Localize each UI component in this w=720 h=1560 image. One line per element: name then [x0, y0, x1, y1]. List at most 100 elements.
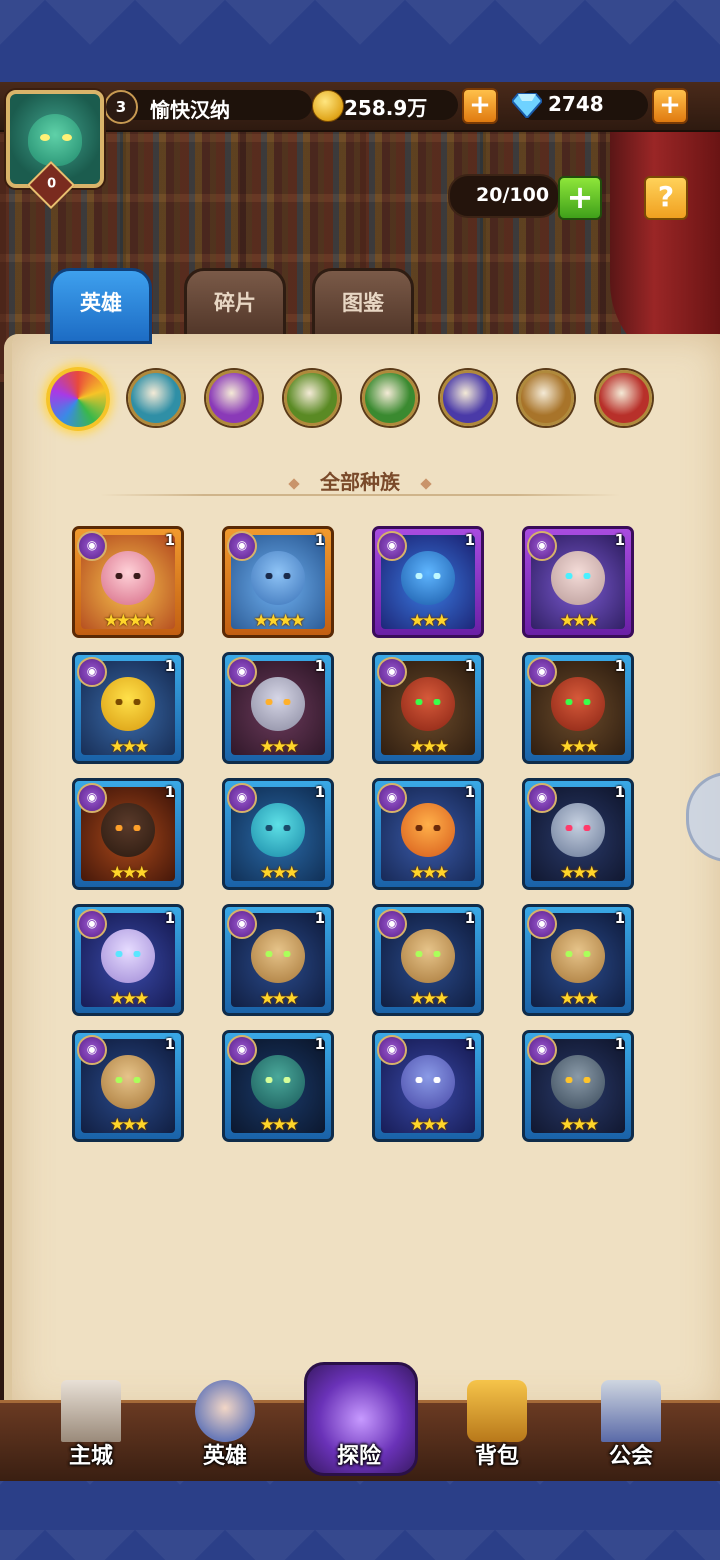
nav-heroes[interactable]: 英雄: [170, 1380, 280, 1476]
hero-eyes: [563, 573, 593, 579]
faction-icon: ◉: [527, 1035, 557, 1065]
hero-level: 1: [164, 657, 175, 675]
light-filter[interactable]: [518, 370, 574, 426]
abyss-filter[interactable]: [206, 370, 262, 426]
hero-eyes: [113, 825, 143, 831]
hero-card[interactable]: ◉ 1 ★★★: [222, 1030, 334, 1142]
nav-label: 主城: [68, 1444, 113, 1469]
hero-stars: ★★★: [109, 1115, 150, 1135]
hero-eyes: [563, 1077, 593, 1083]
nav-explore[interactable]: 探险: [304, 1380, 414, 1476]
hero-level: 1: [464, 657, 475, 675]
hero-stars: ★★★: [259, 989, 300, 1009]
hero-eyes: [263, 573, 293, 579]
hero-eyes: [563, 825, 593, 831]
hero-card[interactable]: ◉ 1 ★★★: [72, 1030, 184, 1142]
gold-amount: 258.9万: [344, 96, 428, 120]
hero-card[interactable]: ◉ 1 ★★★: [522, 778, 634, 890]
hero-eyes: [413, 1077, 443, 1083]
hero-eyes: [563, 951, 593, 957]
diamond-ornament-icon: [288, 477, 300, 490]
faction-icon: ◉: [77, 1035, 107, 1065]
hero-card[interactable]: ◉ 1 ★★★: [372, 778, 484, 890]
hero-card[interactable]: ◉ 1 ★★★: [72, 778, 184, 890]
hero-card[interactable]: ◉ 1 ★★★: [372, 904, 484, 1016]
faction-icon: ◉: [77, 909, 107, 939]
faction-icon: ◉: [527, 783, 557, 813]
hero-stars: ★★★: [109, 863, 150, 883]
hero-level: 1: [614, 783, 625, 801]
faction-icon: ◉: [377, 657, 407, 687]
dark-filter[interactable]: [596, 370, 652, 426]
hero-card[interactable]: ◉ 1 ★★★: [72, 904, 184, 1016]
hero-level: 1: [314, 657, 325, 675]
nav-main-city[interactable]: 主城: [36, 1380, 146, 1476]
hero-level: 1: [164, 531, 175, 549]
hero-eyes: [263, 951, 293, 957]
hero-stars: ★★★: [409, 1115, 450, 1135]
hero-eyes: [113, 951, 143, 957]
hero-level: 1: [614, 909, 625, 927]
dragon-portrait: [28, 114, 82, 166]
faction-icon: ◉: [227, 909, 257, 939]
nav-backpack[interactable]: 背包: [442, 1380, 552, 1476]
add-gold-button[interactable]: +: [462, 88, 498, 124]
faction-icon: ◉: [527, 909, 557, 939]
hero-level: 1: [164, 909, 175, 927]
avatar-eye: [62, 134, 72, 141]
faction-icon: ◉: [377, 1035, 407, 1065]
faction-icon: ◉: [227, 531, 257, 561]
faction-icon: ◉: [227, 1035, 257, 1065]
hero-stars: ★★★: [409, 611, 450, 631]
hero-card[interactable]: ◉ 1 ★★★: [522, 652, 634, 764]
hero-stars: ★★★: [559, 863, 600, 883]
tab-fragments[interactable]: 碎片: [184, 268, 286, 344]
hero-level: 1: [314, 909, 325, 927]
nav-guild[interactable]: 公会: [576, 1380, 686, 1476]
hero-card[interactable]: ◉ 1 ★★★: [222, 904, 334, 1016]
hero-card[interactable]: ◉ 1 ★★★: [372, 526, 484, 638]
backpack-icon: [467, 1380, 527, 1442]
shadow-filter[interactable]: [440, 370, 496, 426]
hero-level: 1: [314, 783, 325, 801]
hero-eyes: [413, 699, 443, 705]
faction-icon: ◉: [77, 531, 107, 561]
guild-tower-icon: [601, 1380, 661, 1442]
nature-filter[interactable]: [362, 370, 418, 426]
hero-eyes: [413, 951, 443, 957]
hero-card[interactable]: ◉ 1 ★★★: [222, 778, 334, 890]
hero-card[interactable]: ◉ 1 ★★★: [522, 526, 634, 638]
hero-card[interactable]: ◉ 1 ★★★★: [222, 526, 334, 638]
avatar-eye: [40, 134, 50, 141]
hero-eyes: [113, 699, 143, 705]
add-gems-button[interactable]: +: [652, 88, 688, 124]
forest-filter[interactable]: [128, 370, 184, 426]
hero-level: 1: [464, 909, 475, 927]
hero-card[interactable]: ◉ 1 ★★★: [372, 652, 484, 764]
help-button[interactable]: ?: [644, 176, 688, 220]
faction-icon: ◉: [227, 783, 257, 813]
tab-heroes[interactable]: 英雄: [50, 268, 152, 344]
hero-card[interactable]: ◉ 1 ★★★: [72, 652, 184, 764]
hero-card[interactable]: ◉ 1 ★★★★: [72, 526, 184, 638]
expand-capacity-button[interactable]: +: [558, 176, 602, 220]
hero-portrait-icon: [195, 1380, 255, 1442]
fortress-filter[interactable]: [284, 370, 340, 426]
player-name: 愉快汉纳: [150, 98, 230, 122]
hero-stars: ★★★: [259, 1115, 300, 1135]
hero-card[interactable]: ◉ 1 ★★★: [222, 652, 334, 764]
game-screen: 0 3 愉快汉纳 258.9万 + 2748 + 20/100 + ? 英雄 碎…: [0, 82, 720, 1478]
hero-card[interactable]: ◉ 1 ★★★: [522, 904, 634, 1016]
hero-card[interactable]: ◉ 1 ★★★: [522, 1030, 634, 1142]
faction-icon: ◉: [377, 783, 407, 813]
hero-stars: ★★★: [259, 737, 300, 757]
faction-icon: ◉: [377, 531, 407, 561]
hero-level: 1: [614, 531, 625, 549]
hero-card[interactable]: ◉ 1 ★★★: [372, 1030, 484, 1142]
hero-eyes: [413, 573, 443, 579]
all-factions-filter[interactable]: [46, 367, 110, 431]
tab-codex[interactable]: 图鉴: [312, 268, 414, 344]
faction-section-title: 全部种族: [0, 466, 720, 495]
hero-level: 1: [164, 1035, 175, 1053]
diamond-ornament-icon: [420, 477, 432, 490]
